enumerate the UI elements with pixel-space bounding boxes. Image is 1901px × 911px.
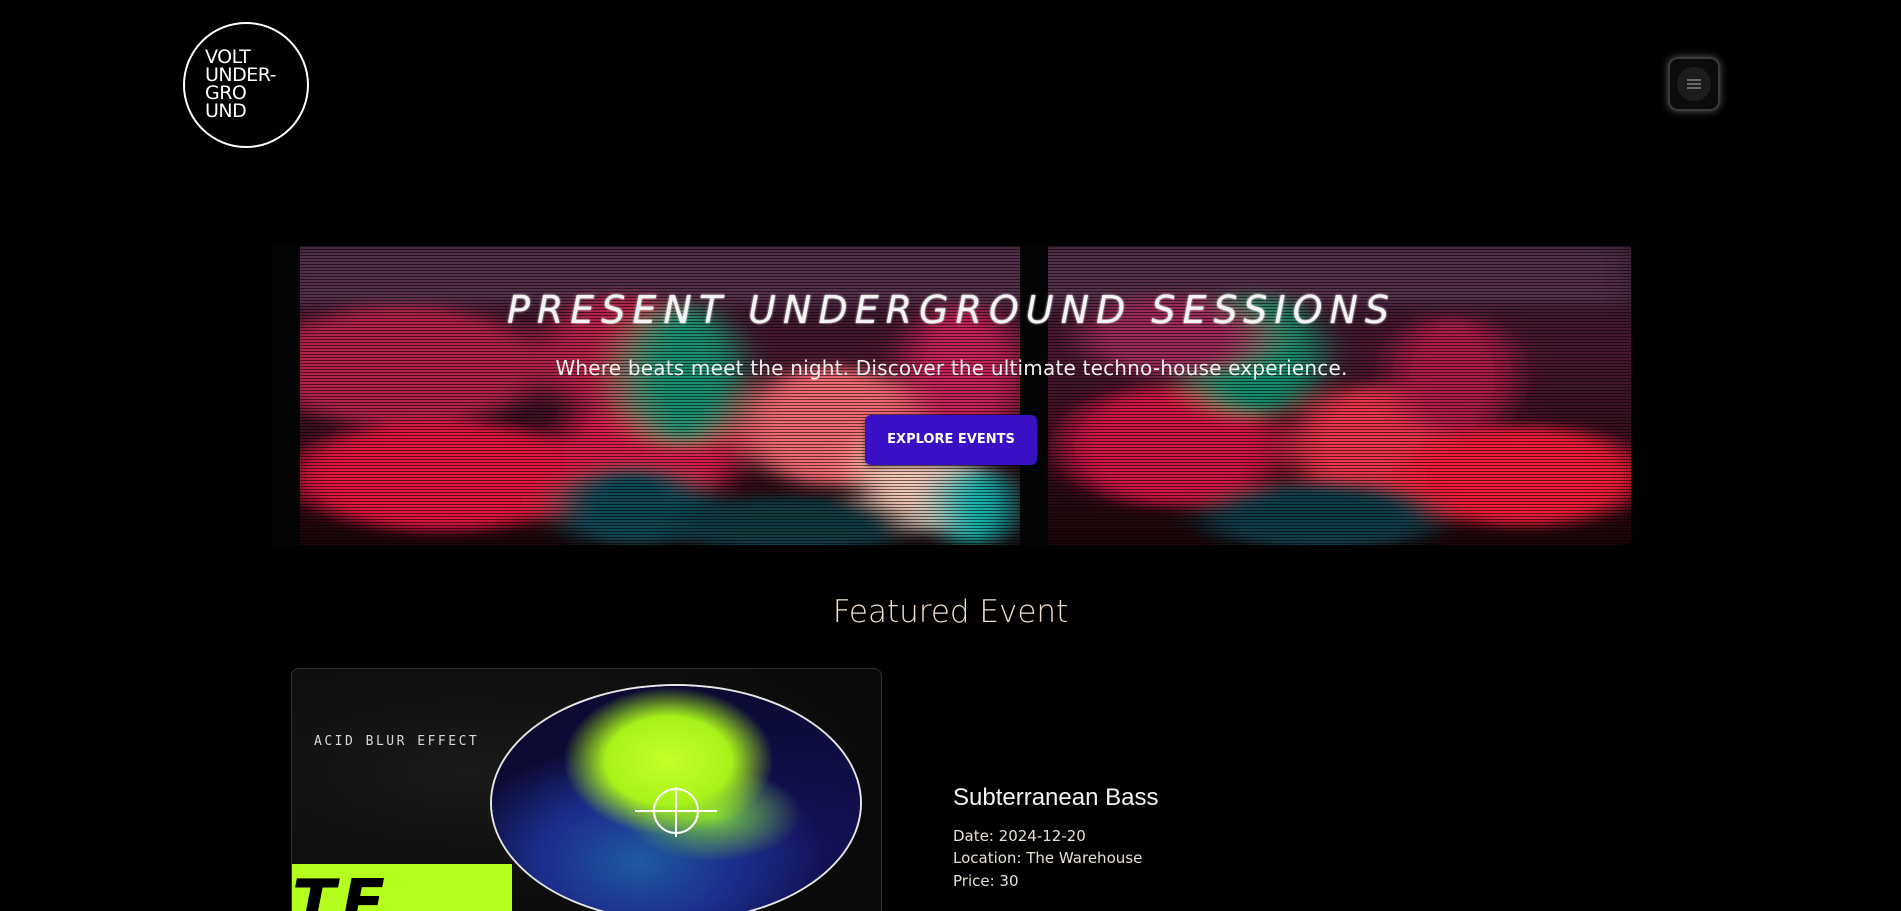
event-date: Date: 2024-12-20 [953, 827, 1086, 845]
menu-icon [1677, 67, 1711, 101]
hero-banner: PRESENT UNDERGROUND SESSIONS Where beats… [272, 246, 1631, 545]
logo[interactable]: VOLT UNDER- GRO UND [183, 22, 309, 148]
logo-line: UND [205, 100, 247, 122]
crosshair-vertical [675, 787, 677, 837]
event-price: Price: 30 [953, 872, 1019, 890]
featured-event-image[interactable]: ACID BLUR EFFECT T.E [291, 668, 882, 911]
hero-title: PRESENT UNDERGROUND SESSIONS [506, 288, 1397, 332]
card-caption: ACID BLUR EFFECT [314, 734, 480, 749]
acid-orb-graphic [490, 684, 862, 911]
event-location: Location: The Warehouse [953, 849, 1143, 867]
card-bold-lettering: T.E [292, 864, 512, 911]
hero-subtitle: Where beats meet the night. Discover the… [555, 356, 1348, 380]
event-name: Subterranean Bass [953, 784, 1159, 811]
explore-events-button[interactable]: EXPLORE EVENTS [865, 415, 1037, 465]
featured-section-title: Featured Event [832, 594, 1069, 630]
menu-button[interactable] [1668, 57, 1720, 111]
logo-text: VOLT UNDER- GRO UND [205, 48, 277, 122]
